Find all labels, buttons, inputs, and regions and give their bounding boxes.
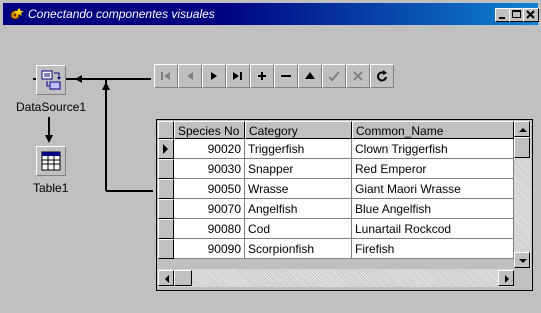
insert-record-icon (258, 72, 266, 80)
table-row[interactable]: 90020 Triggerfish Clown Triggerfish (174, 139, 514, 159)
first-record-icon (161, 72, 170, 80)
column-header-common-name[interactable]: Common_Name (352, 121, 514, 139)
arrow-left-icon (165, 275, 169, 283)
window-title: Conectando componentes visuales (28, 7, 215, 21)
cell-category[interactable]: Scorpionfish (245, 239, 352, 259)
nav-prior-button[interactable] (178, 64, 202, 88)
cell-category[interactable]: Cod (245, 219, 352, 239)
row-indicator[interactable] (158, 199, 174, 219)
cell-category[interactable]: Triggerfish (245, 139, 352, 159)
table-row[interactable]: 90090 Scorpionfish Firefish (174, 239, 514, 259)
cell-common-name[interactable]: Clown Triggerfish (352, 139, 514, 159)
arrow-down-icon (519, 259, 527, 263)
cell-category[interactable]: Wrasse (245, 179, 352, 199)
nav-first-button[interactable] (154, 64, 178, 88)
cell-species-no[interactable]: 90080 (174, 219, 245, 239)
cell-common-name[interactable]: Blue Angelfish (352, 199, 514, 219)
db-grid[interactable]: Species No Category Common_Name 90020 Tri… (156, 119, 533, 291)
table-row[interactable]: 90080 Cod Lunartail Rockcod (174, 219, 514, 239)
form-client-area: DataSource1 Table1 Species No Category C… (3, 25, 538, 310)
row-indicator[interactable] (158, 139, 174, 159)
vertical-scroll-thumb[interactable] (514, 137, 530, 158)
row-indicator[interactable] (158, 179, 174, 199)
maximize-icon (512, 10, 521, 18)
table-label: Table1 (33, 181, 69, 195)
datasource-icon (41, 70, 61, 90)
cell-species-no[interactable]: 90020 (174, 139, 245, 159)
cell-species-no[interactable]: 90030 (174, 159, 245, 179)
delete-record-icon (281, 75, 291, 77)
cell-common-name[interactable]: Red Emperor (352, 159, 514, 179)
next-record-icon (211, 72, 217, 80)
table-component[interactable] (36, 146, 66, 176)
refresh-icon (377, 70, 387, 82)
cell-category[interactable]: Snapper (245, 159, 352, 179)
row-indicator[interactable] (158, 219, 174, 239)
title-bar[interactable]: Conectando componentes visuales (3, 3, 539, 25)
table-icon (41, 151, 61, 171)
column-header-species-no[interactable]: Species No (174, 121, 245, 139)
last-record-icon (233, 72, 242, 80)
nav-insert-button[interactable] (250, 64, 274, 88)
application-window: Conectando componentes visuales DataSour… (0, 0, 541, 313)
nav-delete-button[interactable] (274, 64, 298, 88)
cell-common-name[interactable]: Lunartail Rockcod (352, 219, 514, 239)
datasource-component[interactable] (36, 65, 66, 95)
scroll-left-button[interactable] (158, 270, 174, 286)
grid-header-indicator (158, 121, 174, 139)
nav-last-button[interactable] (226, 64, 250, 88)
scrollbar-corner (514, 269, 531, 287)
current-row-icon (163, 144, 168, 154)
nav-post-button[interactable] (322, 64, 346, 88)
cell-species-no[interactable]: 90050 (174, 179, 245, 199)
vertical-scrollbar[interactable] (514, 121, 531, 268)
nav-next-button[interactable] (202, 64, 226, 88)
nav-cancel-button[interactable] (346, 64, 370, 88)
cancel-record-icon (353, 71, 363, 81)
column-header-category[interactable]: Category (245, 121, 352, 139)
cell-species-no[interactable]: 90070 (174, 199, 245, 219)
edit-record-icon (305, 72, 315, 79)
nav-refresh-button[interactable] (370, 64, 394, 88)
close-button[interactable] (523, 8, 539, 22)
table-row[interactable]: 90030 Snapper Red Emperor (174, 159, 514, 179)
datasource-label: DataSource1 (16, 100, 87, 114)
cell-species-no[interactable]: 90090 (174, 239, 245, 259)
row-indicator[interactable] (158, 239, 174, 259)
nav-edit-button[interactable] (298, 64, 322, 88)
horizontal-scrollbar[interactable] (158, 269, 514, 287)
cell-common-name[interactable]: Giant Maori Wrasse (352, 179, 514, 199)
arrow-up-icon (519, 128, 527, 132)
close-icon (526, 10, 535, 19)
app-icon[interactable] (9, 7, 25, 21)
scroll-right-button[interactable] (498, 270, 514, 286)
scroll-up-button[interactable] (514, 121, 530, 137)
cell-category[interactable]: Angelfish (245, 199, 352, 219)
prior-record-icon (187, 72, 193, 80)
row-indicator[interactable] (158, 159, 174, 179)
horizontal-scroll-thumb[interactable] (174, 270, 192, 286)
table-row[interactable]: 90050 Wrasse Giant Maori Wrasse (174, 179, 514, 199)
post-record-icon (328, 71, 340, 82)
minimize-icon (499, 17, 505, 19)
table-row[interactable]: 90070 Angelfish Blue Angelfish (174, 199, 514, 219)
arrow-right-icon (505, 275, 509, 283)
cell-common-name[interactable]: Firefish (352, 239, 514, 259)
scroll-down-button[interactable] (514, 252, 530, 268)
